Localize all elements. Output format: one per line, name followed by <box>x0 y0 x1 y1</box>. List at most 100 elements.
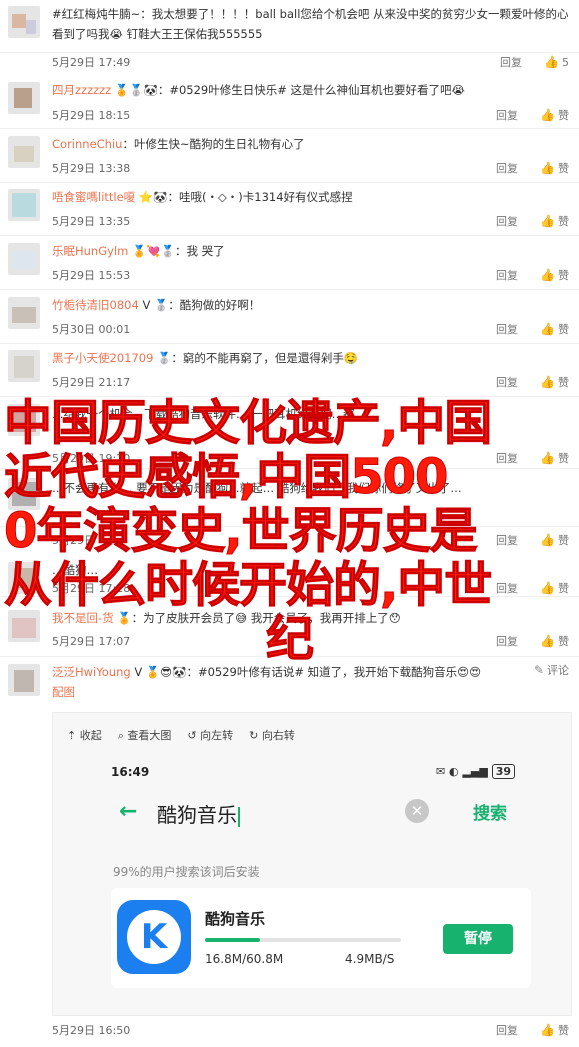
watermark-line: 从什么时候开始的,中世 <box>4 557 493 613</box>
comment-actions: 回复 👍 赞 <box>496 107 569 123</box>
user-avatar[interactable] <box>8 350 40 382</box>
user-avatar[interactable] <box>8 243 40 275</box>
back-arrow-icon[interactable]: ← <box>119 799 137 824</box>
comment-text: 竹栀待清旧0804 V 🥈：酷狗做的好啊！ <box>52 298 261 312</box>
comment-actions: 回复 👍 赞 <box>496 374 569 390</box>
search-button[interactable]: 搜索 <box>473 799 507 824</box>
comment-text: 四月zzzzzz 🏅🥈🐼：#0529叶修生日快乐# 这是什么神仙耳机也要好看了吧… <box>52 83 465 97</box>
like-button[interactable]: 👍 赞 <box>540 267 569 283</box>
text-caret <box>238 806 240 827</box>
rotate-left-button[interactable]: ↺ 向左转 <box>187 727 233 743</box>
watermark-line: 近代史感悟,中国500 <box>4 449 449 505</box>
comment-username[interactable]: 四月zzzzzz <box>52 83 111 97</box>
reply-button[interactable]: 回复 <box>496 267 518 283</box>
user-avatar[interactable] <box>8 664 40 696</box>
comment-time: 5月29日 17:49 <box>52 56 131 69</box>
kugou-app-icon[interactable]: K <box>117 900 191 974</box>
download-progress-fill <box>205 938 260 942</box>
app-search-bar: ← 酷狗音乐 ✕ 搜索 <box>109 793 515 833</box>
status-icons: ✉ ◐ ▂▄▆ 39 <box>436 764 515 779</box>
comment-actions: 回复 👍 赞 <box>496 213 569 229</box>
comment-username[interactable]: 竹栀待清旧0804 <box>52 298 139 312</box>
thumbs-up-icon: 👍 <box>540 322 555 336</box>
user-avatar[interactable] <box>8 189 40 221</box>
comment-actions: 回复 👍 5 <box>500 54 569 70</box>
like-button[interactable]: 👍 赞 <box>540 374 569 390</box>
comment-username[interactable]: 乐眠HunGylm <box>52 244 128 258</box>
app-name: 酷狗音乐 <box>205 910 266 928</box>
like-count: 赞 <box>558 162 569 175</box>
thumbs-up-icon: 👍 <box>540 214 555 228</box>
search-input[interactable]: 酷狗音乐 <box>157 799 240 828</box>
watermark-line: 纪 <box>266 611 315 667</box>
like-count: 赞 <box>558 376 569 389</box>
comment-time: 5月30日 00:01 <box>52 323 131 336</box>
app-result-card[interactable]: K 酷狗音乐 16.8M/60.8M 4.9MB/S 暂停 <box>111 888 531 988</box>
like-button[interactable]: 👍 赞 <box>540 107 569 123</box>
like-count: 赞 <box>558 323 569 336</box>
comment-username[interactable]: 黑子小天使201709 <box>52 351 153 365</box>
watermark-line: 中国历史文化遗产,中国 <box>4 395 493 451</box>
comment-actions: 回复 👍 赞 <box>496 267 569 283</box>
like-button[interactable]: 👍 5 <box>544 55 569 69</box>
comment-username[interactable]: 唔食蜜嗎little嗄 <box>52 190 135 204</box>
user-avatar[interactable] <box>8 136 40 168</box>
phone-status-bar: 16:49 ✉ ◐ ▂▄▆ 39 <box>111 764 515 783</box>
like-count: 赞 <box>558 269 569 282</box>
comment-image[interactable]: ⇡ 收起 ⌕ 查看大图 ↺ 向左转 ↻ 向右转 16:49 ✉ ◐ ▂▄▆ 39… <box>52 712 572 1016</box>
like-count: 赞 <box>558 215 569 228</box>
like-button[interactable]: 👍 赞 <box>540 321 569 337</box>
view-large-button[interactable]: ⌕ 查看大图 <box>118 727 172 743</box>
download-size: 16.8M/60.8M <box>205 952 284 966</box>
search-hint: 99%的用户搜索该词后安装 <box>113 865 260 879</box>
battery-level: 39 <box>491 764 515 779</box>
comment-text: CorinneChiu：叶修生快~酷狗的生日礼物有心了 <box>52 137 305 151</box>
comment-time: 5月29日 13:35 <box>52 215 131 228</box>
thumbs-up-icon: 👍 <box>540 161 555 175</box>
user-avatar[interactable] <box>8 6 40 38</box>
thumbs-up-icon: 👍 <box>540 108 555 122</box>
user-avatar[interactable] <box>8 82 40 114</box>
reply-button[interactable]: 回复 <box>496 107 518 123</box>
comment-actions: 回复 👍 赞 <box>496 1022 569 1038</box>
download-speed: 4.9MB/S <box>345 952 395 966</box>
pause-button[interactable]: 暂停 <box>443 924 513 954</box>
comment-actions: 回复 👍 赞 <box>496 321 569 337</box>
clear-icon[interactable]: ✕ <box>405 799 429 823</box>
reply-button[interactable]: 回复 <box>496 160 518 176</box>
reply-button[interactable]: 回复 <box>496 374 518 390</box>
comment-time: 5月29日 16:50 <box>52 1024 131 1037</box>
comment-time: 5月29日 21:17 <box>52 376 131 389</box>
like-count: 5 <box>562 55 569 69</box>
comment-username[interactable]: CorinneChiu <box>52 137 122 151</box>
comment-time: 5月29日 18:15 <box>52 109 131 122</box>
reply-button[interactable]: 回复 <box>496 321 518 337</box>
reply-button[interactable]: 回复 <box>496 1022 518 1038</box>
comment-time: 5月29日 13:38 <box>52 162 131 175</box>
watermark-line: 0年演变史,世界历史是 <box>4 503 479 559</box>
user-avatar[interactable] <box>8 297 40 329</box>
like-button[interactable]: 👍 赞 <box>540 1022 569 1038</box>
rotate-right-button[interactable]: ↻ 向右转 <box>249 727 295 743</box>
thumbs-up-icon: 👍 <box>540 1023 555 1037</box>
reply-button[interactable]: 回复 <box>500 54 522 70</box>
image-link[interactable]: 配图 <box>52 684 75 700</box>
like-count: 赞 <box>558 109 569 122</box>
download-progress <box>205 938 401 942</box>
collapse-button[interactable]: ⇡ 收起 <box>67 727 102 743</box>
comment-actions: 回复 👍 赞 <box>496 160 569 176</box>
thumbs-up-icon: 👍 <box>540 268 555 282</box>
thumbs-up-icon: 👍 <box>544 55 559 69</box>
reply-button[interactable]: 回复 <box>496 213 518 229</box>
like-button[interactable]: 👍 赞 <box>540 213 569 229</box>
comment-text: 黑子小天使201709 🥈：窮的不能再窮了，但是還得剁手🤤 <box>52 351 359 365</box>
comment-username[interactable]: 泛泛HwiYoung <box>52 665 131 679</box>
image-toolbar: ⇡ 收起 ⌕ 查看大图 ↺ 向左转 ↻ 向右转 <box>67 727 295 743</box>
like-button[interactable]: 👍 赞 <box>540 160 569 176</box>
comment-time: 5月29日 15:53 <box>52 269 131 282</box>
comment-text: 唔食蜜嗎little嗄 ⭐🐼：哇哦(・◇・)卡1314好有仪式感捏 <box>52 190 353 204</box>
comment-text: #红红梅炖牛腩~：我太想要了！！！！ball ball您给个机会吧 从来没中奖的… <box>52 7 569 41</box>
comment-item: #红红梅炖牛腩~：我太想要了！！！！ball ball您给个机会吧 从来没中奖的… <box>0 0 579 53</box>
comment-text: 乐眠HunGylm 🏅💘🥈：我 哭了 <box>52 244 225 258</box>
thumbs-up-icon: 👍 <box>540 375 555 389</box>
